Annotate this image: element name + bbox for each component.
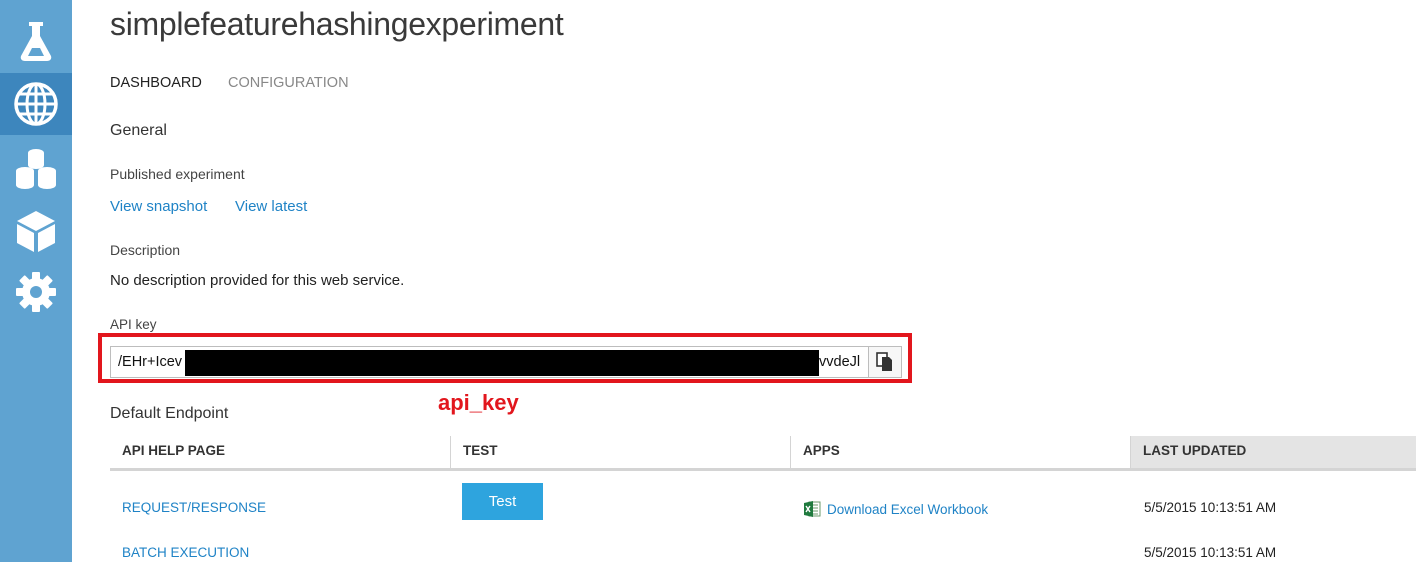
default-endpoint-heading: Default Endpoint — [110, 405, 229, 422]
general-heading: General — [110, 122, 167, 139]
api-key-annotation: api_key — [438, 390, 519, 415]
nav-datasets[interactable] — [0, 137, 72, 199]
copy-icon — [876, 352, 892, 371]
nav-trained-models[interactable] — [0, 200, 72, 262]
redaction-bar — [185, 350, 819, 376]
globe-icon — [14, 82, 58, 126]
excel-icon — [804, 501, 821, 517]
description-text: No description provided for this web ser… — [110, 272, 405, 289]
download-excel-workbook[interactable]: Download Excel Workbook — [803, 500, 988, 518]
batch-execution-link[interactable]: BATCH EXECUTION — [122, 545, 249, 560]
datasets-icon — [16, 149, 56, 189]
main-content: simplefeaturehashingexperiment DASHBOARD… — [72, 0, 1416, 562]
test-button[interactable]: Test — [462, 483, 543, 520]
last-updated-value: 5/5/2015 10:13:51 AM — [1144, 500, 1277, 515]
page-title: simplefeaturehashingexperiment — [110, 6, 564, 42]
published-experiment-label: Published experiment — [110, 166, 245, 182]
column-header-test: TEST — [450, 436, 790, 468]
nav-experiments[interactable] — [0, 10, 72, 72]
view-snapshot-link[interactable]: View snapshot — [110, 198, 207, 215]
column-header-last-updated[interactable]: LAST UPDATED — [1130, 436, 1416, 468]
api-key-value-suffix: vvdeJl — [819, 354, 861, 370]
nav-settings[interactable] — [0, 261, 72, 323]
nav-web-services[interactable] — [0, 73, 72, 135]
flask-icon — [20, 22, 52, 61]
cube-icon — [17, 211, 55, 252]
api-key-value-prefix: /EHr+Icev — [118, 354, 183, 370]
left-nav-sidebar — [0, 0, 72, 562]
view-latest-link[interactable]: View latest — [235, 198, 307, 215]
column-header-apps: APPS — [790, 436, 1130, 468]
endpoint-table-header: API HELP PAGE TEST APPS LAST UPDATED — [110, 436, 1416, 471]
api-key-label: API key — [110, 317, 157, 332]
gear-icon — [16, 272, 56, 312]
tab-configuration[interactable]: CONFIGURATION — [228, 75, 349, 91]
column-header-api-help-page: API HELP PAGE — [122, 443, 226, 458]
api-key-field[interactable]: /EHr+Icev vvdeJl — [110, 346, 902, 378]
tab-dashboard[interactable]: DASHBOARD — [110, 75, 202, 91]
last-updated-value: 5/5/2015 10:13:51 AM — [1144, 545, 1277, 560]
copy-api-key-button[interactable] — [868, 346, 902, 378]
download-excel-workbook-link[interactable]: Download Excel Workbook — [827, 502, 988, 517]
request-response-link[interactable]: REQUEST/RESPONSE — [122, 500, 266, 515]
description-label: Description — [110, 242, 181, 258]
